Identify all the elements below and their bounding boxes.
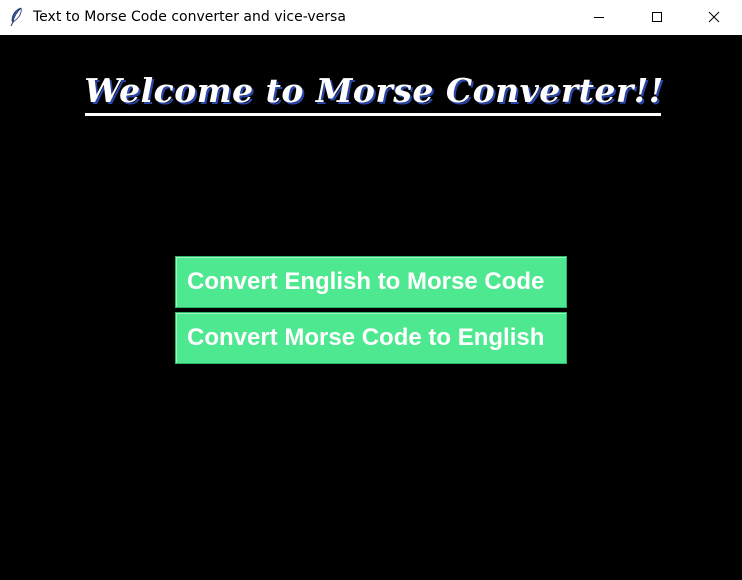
minimize-button[interactable] [570, 0, 628, 35]
close-button[interactable] [686, 0, 742, 35]
close-icon [708, 8, 720, 27]
title-bar[interactable]: Text to Morse Code converter and vice-ve… [0, 0, 742, 35]
feather-icon [9, 7, 25, 27]
maximize-icon [651, 8, 663, 27]
title-underline [85, 113, 661, 116]
minimize-icon [593, 8, 605, 27]
convert-english-to-morse-button[interactable]: Convert English to Morse Code [175, 256, 567, 308]
convert-morse-to-english-button[interactable]: Convert Morse Code to English [175, 312, 567, 364]
app-window: Text to Morse Code converter and vice-ve… [0, 0, 742, 580]
main-content: Welcome to Morse Converter!! Convert Eng… [0, 35, 742, 580]
page-title: Welcome to Morse Converter!! [84, 71, 664, 110]
window-title: Text to Morse Code converter and vice-ve… [33, 9, 346, 25]
maximize-button[interactable] [628, 0, 686, 35]
